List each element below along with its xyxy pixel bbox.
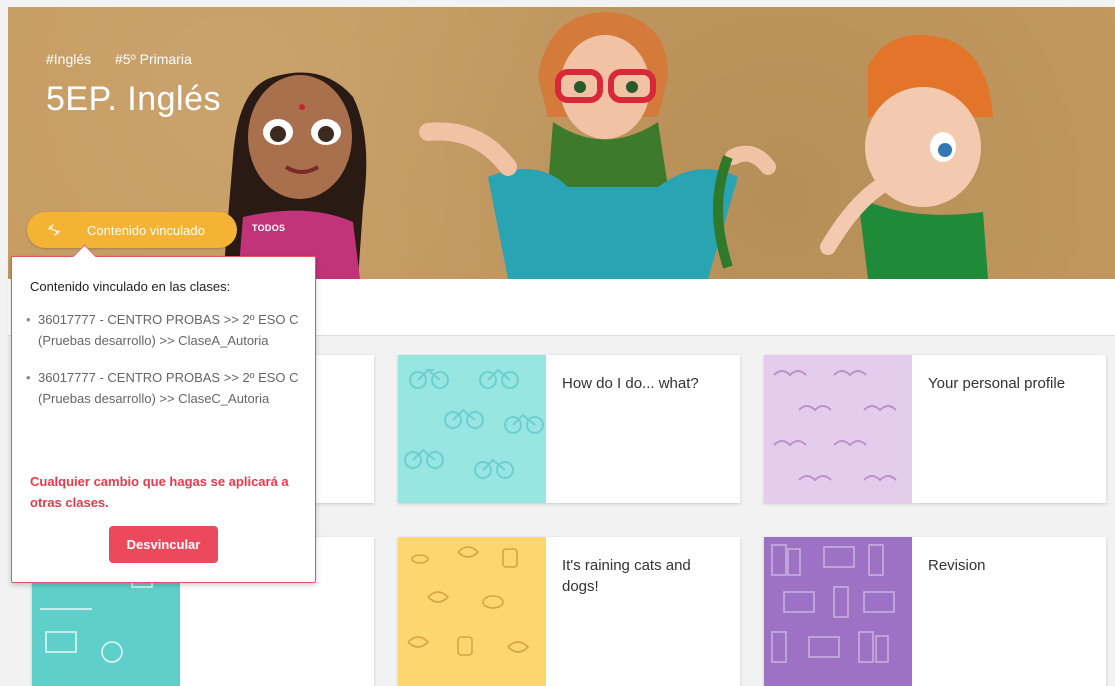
linked-class-item: 36017777 - CENTRO PROBAS >> 2º ESO C (Pr… xyxy=(26,309,306,351)
course-title: 5EP. Inglés xyxy=(46,80,222,118)
unit-title: How do I do... what? xyxy=(562,375,699,392)
popover-warning: Cualquier cambio que hagas se aplicará a… xyxy=(30,474,289,510)
unit-thumbnail-books xyxy=(764,537,912,686)
unit-card-personal-profile[interactable]: Your personal profile xyxy=(764,355,1106,503)
bicycle-pattern-icon xyxy=(404,368,544,479)
teapot-pattern-icon xyxy=(407,546,530,656)
unit-title: Your personal profile xyxy=(928,375,1066,392)
unit-card-raining-cats[interactable]: It's raining cats and dogs! xyxy=(398,537,740,686)
linked-content-popover: Contenido vinculado en las clases: 36017… xyxy=(11,244,316,583)
unit-title: It's raining cats and dogs! xyxy=(562,557,691,595)
hero-tags: #Inglés #5º Primaria xyxy=(46,51,212,67)
moustache-pattern-icon xyxy=(773,370,897,482)
link-icon xyxy=(48,224,60,236)
unit-card-how-do-i-do[interactable]: How do I do... what? xyxy=(398,355,740,503)
tag-subject[interactable]: #Inglés xyxy=(46,51,91,67)
tab-todos[interactable]: TODOS xyxy=(252,223,285,233)
popover-heading: Contenido vinculado en las clases: xyxy=(30,279,231,294)
page: #Inglés #5º Primaria 5EP. Inglés Conteni… xyxy=(0,0,1115,686)
unit-thumbnail-teapots xyxy=(398,537,546,686)
tag-grade[interactable]: #5º Primaria xyxy=(115,51,192,67)
linked-content-button[interactable]: Contenido vinculado xyxy=(27,212,237,248)
unlink-button[interactable]: Desvincular xyxy=(109,526,218,563)
unit-card-revision[interactable]: Revision xyxy=(764,537,1106,686)
books-pattern-icon xyxy=(771,544,895,663)
unit-title: Revision xyxy=(928,557,986,574)
unit-thumbnail-bicycles xyxy=(398,355,546,503)
linked-class-item: 36017777 - CENTRO PROBAS >> 2º ESO C (Pr… xyxy=(26,367,306,409)
linked-content-label: Contenido vinculado xyxy=(87,222,205,238)
linked-classes-list: 36017777 - CENTRO PROBAS >> 2º ESO C (Pr… xyxy=(26,309,306,425)
course-hero-banner: #Inglés #5º Primaria 5EP. Inglés Conteni… xyxy=(8,7,1115,279)
unit-thumbnail-moustaches xyxy=(764,355,912,503)
